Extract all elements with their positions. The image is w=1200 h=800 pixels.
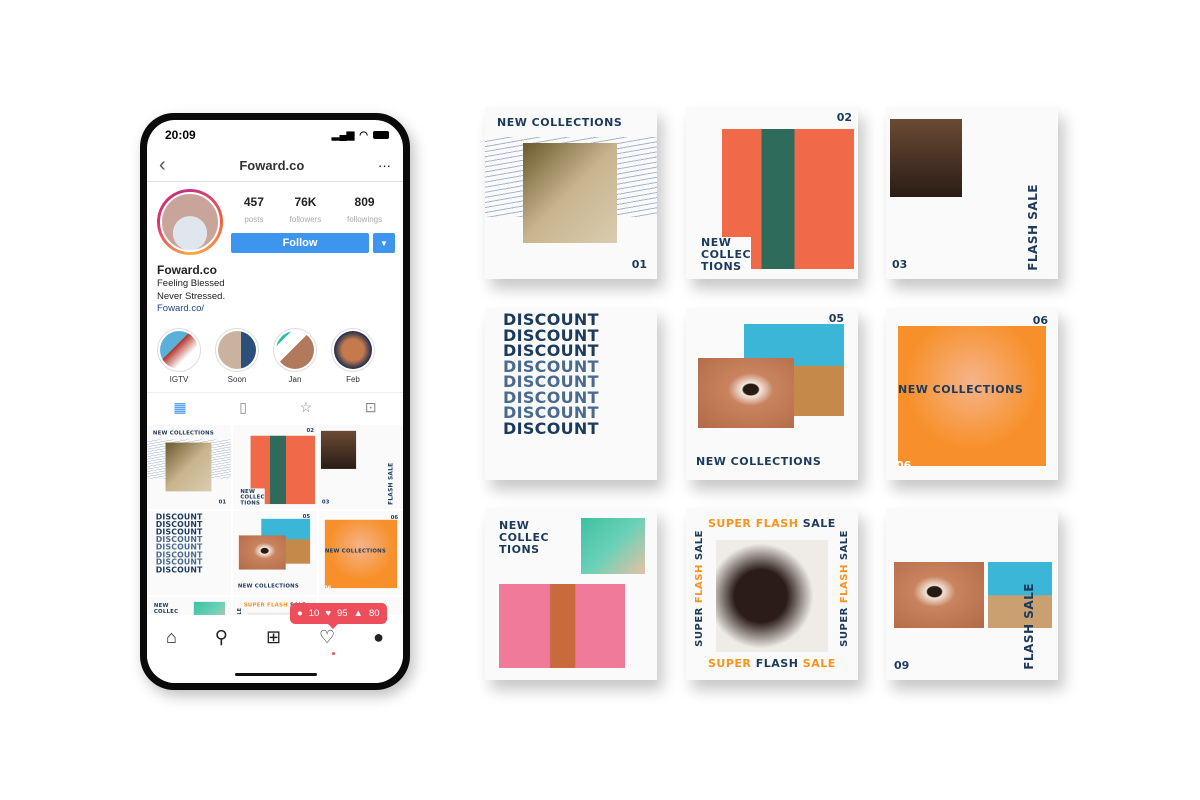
photo (343, 450, 378, 505)
post-card-02: 02 NEW COLLEC TIONS (233, 425, 317, 509)
igtv-tab-icon[interactable]: ▯ (239, 399, 247, 416)
phone-mockup: 20:09 ▂▄▆ ◠ ‹ Foward.co ··· 457 posts 76K f… (140, 113, 410, 690)
post-card-07: NEWCOLLECTIONS (485, 508, 657, 680)
signal-icon: ▂▄▆ (331, 129, 355, 141)
photo (165, 442, 212, 492)
grid-post-tile[interactable]: 03 FLASH SALE (319, 425, 403, 509)
followers-count[interactable]: 76K followers (290, 195, 322, 227)
post-card-01: NEW COLLECTIONS 01 (147, 425, 231, 509)
grid-post-tile[interactable]: NEW COLLECTIONS 01 (147, 425, 231, 509)
grid-post-tile[interactable]: 02 NEW COLLEC TIONS (233, 425, 317, 509)
post-card-05: 05 NEW COLLECTIONS (686, 308, 858, 480)
profile-link[interactable]: Foward.co/ (157, 303, 204, 314)
tagged-tab-icon[interactable]: ⊡ (365, 399, 377, 416)
post-card-01: NEW COLLECTIONS 01 (485, 107, 657, 279)
post-card-discount: DISCOUNT DISCOUNT DISCOUNT DISCOUNT DISCOUNT… (147, 511, 231, 595)
search-icon[interactable]: ⚲ (215, 627, 228, 683)
photo (936, 159, 1008, 271)
photo (898, 326, 1046, 466)
profile-nav: ‹ Foward.co ··· (147, 150, 403, 182)
post-card-05: 05 NEW COLLECTIONS (233, 511, 317, 595)
discount-word: DISCOUNT (155, 564, 203, 575)
photo (716, 540, 828, 652)
photo (523, 143, 617, 243)
post-card-03: 03 FLASH SALE (319, 425, 403, 509)
photo (238, 535, 286, 570)
home-indicator (235, 673, 317, 676)
follow-button[interactable]: Follow (231, 233, 369, 253)
home-icon[interactable]: ⌂ (166, 627, 177, 683)
highlight-igtv[interactable]: IGTV (157, 327, 201, 384)
photo (499, 584, 625, 668)
post-card-03: 03 FLASH SALE (886, 107, 1058, 279)
followings-count[interactable]: 809 followings (347, 195, 382, 227)
comment-icon: ● (297, 608, 303, 619)
post-card-06: 06 NEW COLLECTIONS 06 (886, 308, 1058, 480)
photo (581, 518, 645, 574)
grid-post-tile[interactable]: DISCOUNT DISCOUNT DISCOUNT DISCOUNT DISCOUNT… (147, 511, 231, 595)
favorites-tab-icon[interactable]: ☆ (300, 399, 313, 416)
avatar[interactable] (157, 189, 223, 255)
profile-icon[interactable]: ● (373, 627, 384, 683)
instagram-profile-screen: 20:09 ▂▄▆ ◠ ‹ Foward.co ··· 457 posts 76K f… (147, 120, 403, 683)
heart-icon: ♥ (325, 608, 331, 619)
highlight-feb[interactable]: Feb (331, 327, 375, 384)
profile-bio: Foward.co Feeling Blessed Never Stressed… (157, 263, 226, 314)
highlight-jan[interactable]: Jan (273, 327, 317, 384)
post-card-discount: DISCOUNT DISCOUNT DISCOUNT DISCOUNT DISCOUNT… (485, 308, 657, 480)
grid-post-tile[interactable]: 05 NEW COLLECTIONS (233, 511, 317, 595)
follower-icon: ▲ (353, 608, 363, 619)
story-highlights: IGTV Soon Jan Feb (147, 316, 403, 384)
status-time: 20:09 (165, 128, 196, 142)
post-card-08: SUPER FLASH SALE SUPER FLASH SALE SUPER … (686, 508, 858, 680)
photo (894, 562, 984, 628)
activity-notification[interactable]: ● 10 ♥ 95 ▲ 80 (290, 603, 387, 629)
post-card-06: 06 NEW COLLECTIONS 06 (319, 511, 403, 595)
status-bar: 20:09 ▂▄▆ ◠ (147, 120, 403, 150)
grid-post-tile[interactable]: 06 NEW COLLECTIONS 06 (319, 511, 403, 595)
post-card-09: 09 FLASH SALE (886, 508, 1058, 680)
battery-icon (373, 131, 389, 139)
back-icon[interactable]: ‹ (159, 154, 166, 177)
profile-tabs: ▦ ▯ ☆ ⊡ (147, 391, 403, 422)
grid-view-icon[interactable]: ▦ (173, 399, 186, 416)
discount-word: DISCOUNT (503, 418, 599, 438)
activity-heart-icon[interactable]: ♡ (319, 627, 335, 683)
post-card-02: 02 NEW COLLEC TIONS (686, 107, 858, 279)
photo (988, 562, 1052, 628)
posts-count[interactable]: 457 posts (244, 195, 264, 227)
more-options-icon[interactable]: ··· (378, 158, 391, 173)
activity-dot (332, 652, 335, 655)
highlight-soon[interactable]: Soon (215, 327, 259, 384)
suggestions-dropdown-button[interactable]: ▼ (373, 233, 395, 253)
wifi-icon: ◠ (359, 129, 368, 141)
photo (698, 358, 794, 428)
profile-title: Foward.co (239, 158, 305, 173)
